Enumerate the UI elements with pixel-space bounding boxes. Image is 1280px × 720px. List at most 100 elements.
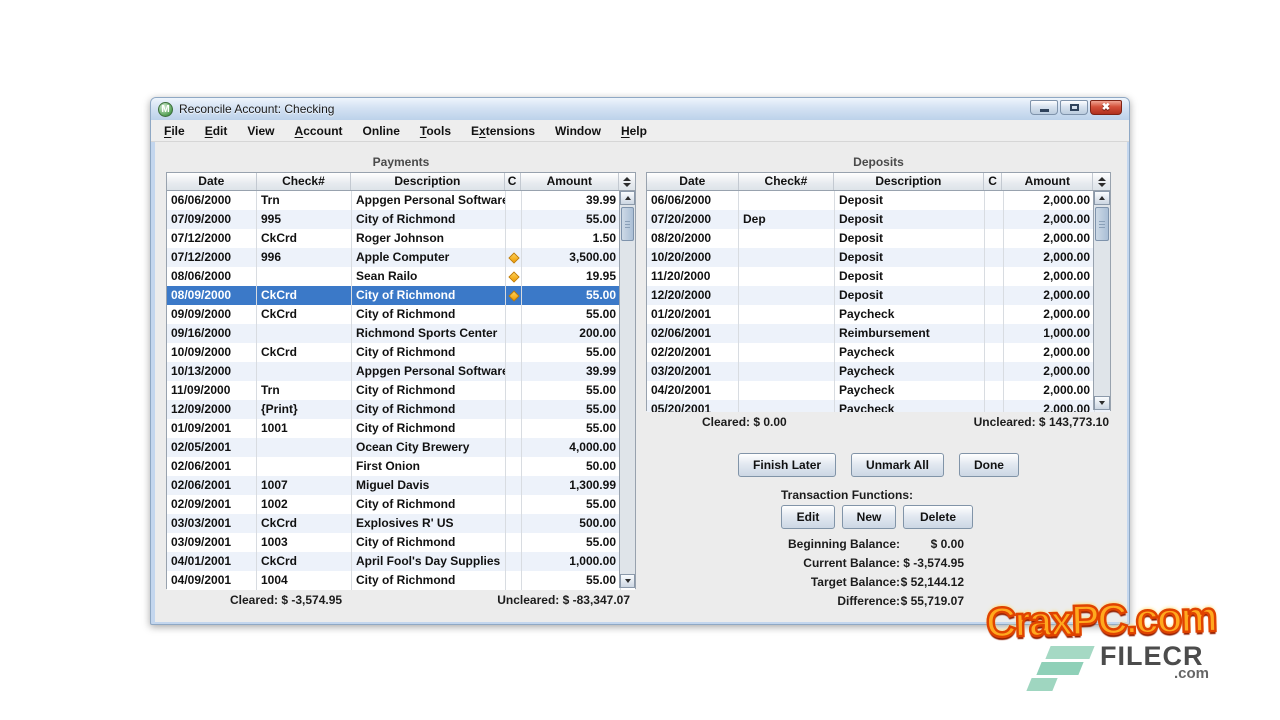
delete-button[interactable]: Delete	[903, 505, 973, 529]
menu-item[interactable]: Tools	[413, 122, 458, 140]
menu-item[interactable]: Account	[288, 122, 350, 140]
table-row[interactable]: 07/12/2000 996 Apple Computer 3,500.00	[167, 248, 635, 267]
column-header-date[interactable]: Date	[647, 173, 739, 190]
scrollbar-thumb[interactable]	[621, 207, 634, 241]
sort-arrows[interactable]	[1093, 173, 1110, 190]
cell-check	[257, 438, 352, 457]
unmark-all-button[interactable]: Unmark All	[851, 453, 944, 477]
cell-cleared	[506, 210, 522, 229]
table-row[interactable]: 01/20/2001 Paycheck 2,000.00	[647, 305, 1110, 324]
table-row[interactable]: 02/05/2001 Ocean City Brewery 4,000.00	[167, 438, 635, 457]
table-row[interactable]: 10/09/2000 CkCrd City of Richmond 55.00	[167, 343, 635, 362]
cell-amount: 39.99	[522, 191, 621, 210]
table-row[interactable]: 10/20/2000 Deposit 2,000.00	[647, 248, 1110, 267]
column-header-check[interactable]: Check#	[739, 173, 835, 190]
table-row[interactable]: 08/06/2000 Sean Railo 19.95	[167, 267, 635, 286]
finish-later-button[interactable]: Finish Later	[738, 453, 836, 477]
sort-arrows[interactable]	[619, 173, 635, 190]
payments-vertical-scrollbar[interactable]	[619, 191, 635, 588]
table-row[interactable]: 11/20/2000 Deposit 2,000.00	[647, 267, 1110, 286]
column-header-description[interactable]: Description	[351, 173, 504, 190]
scrollbar-thumb[interactable]	[1095, 207, 1109, 241]
table-row[interactable]: 04/20/2001 Paycheck 2,000.00	[647, 381, 1110, 400]
table-row[interactable]: 02/06/2001 1007 Miguel Davis 1,300.99	[167, 476, 635, 495]
menu-item[interactable]: Edit	[198, 122, 235, 140]
cell-cleared	[506, 248, 522, 267]
scroll-down-button[interactable]	[620, 574, 635, 588]
table-row[interactable]: 03/09/2001 1003 City of Richmond 55.00	[167, 533, 635, 552]
column-header-date[interactable]: Date	[167, 173, 257, 190]
scroll-up-button[interactable]	[620, 191, 635, 205]
cell-date: 10/20/2000	[647, 248, 739, 267]
menu-item[interactable]: View	[240, 122, 281, 140]
done-button[interactable]: Done	[959, 453, 1019, 477]
table-row[interactable]: 07/20/2000 Dep Deposit 2,000.00	[647, 210, 1110, 229]
table-row[interactable]: 07/12/2000 CkCrd Roger Johnson 1.50	[167, 229, 635, 248]
table-row[interactable]: 03/03/2001 CkCrd Explosives R' US 500.00	[167, 514, 635, 533]
table-row[interactable]: 06/06/2000 Trn Appgen Personal Software …	[167, 191, 635, 210]
balance-value: $ 0.00	[900, 535, 964, 554]
menu-bar: File Edit View Account Online Tools Exte…	[151, 120, 1129, 142]
table-row[interactable]: 03/20/2001 Paycheck 2,000.00	[647, 362, 1110, 381]
table-row[interactable]: 07/09/2000 995 City of Richmond 55.00	[167, 210, 635, 229]
table-row[interactable]: 10/13/2000 Appgen Personal Software 39.9…	[167, 362, 635, 381]
column-header-amount[interactable]: Amount	[1002, 173, 1093, 190]
new-button[interactable]: New	[842, 505, 896, 529]
menu-item[interactable]: File	[157, 122, 192, 140]
table-row[interactable]: 02/20/2001 Paycheck 2,000.00	[647, 343, 1110, 362]
menu-item-post: tensions	[486, 124, 535, 138]
scroll-down-button[interactable]	[1094, 396, 1110, 410]
cell-description: City of Richmond	[352, 419, 506, 438]
cell-cleared	[985, 343, 1004, 362]
cell-date: 10/13/2000	[167, 362, 257, 381]
cell-amount: 2,000.00	[1004, 229, 1095, 248]
table-row[interactable]: 11/09/2000 Trn City of Richmond 55.00	[167, 381, 635, 400]
column-header-cleared[interactable]: C	[984, 173, 1003, 190]
column-header-amount[interactable]: Amount	[521, 173, 620, 190]
cell-amount: 55.00	[522, 381, 621, 400]
table-row[interactable]: 12/20/2000 Deposit 2,000.00	[647, 286, 1110, 305]
table-row[interactable]: 02/06/2001 First Onion 50.00	[167, 457, 635, 476]
table-row[interactable]: 09/16/2000 Richmond Sports Center 200.00	[167, 324, 635, 343]
table-row[interactable]: 06/06/2000 Deposit 2,000.00	[647, 191, 1110, 210]
title-bar[interactable]: M Reconcile Account: Checking ✖	[151, 98, 1129, 120]
cell-check	[739, 229, 835, 248]
minimize-button[interactable]	[1030, 100, 1058, 115]
column-header-description[interactable]: Description	[834, 173, 983, 190]
scroll-down-icon	[1099, 401, 1105, 405]
menu-item[interactable]: Help	[614, 122, 654, 140]
table-row[interactable]: 02/09/2001 1002 City of Richmond 55.00	[167, 495, 635, 514]
table-row[interactable]: 08/09/2000 CkCrd City of Richmond 55.00	[167, 286, 635, 305]
menu-item[interactable]: Window	[548, 122, 608, 140]
cell-check	[739, 324, 835, 343]
cell-description: City of Richmond	[352, 400, 506, 419]
cell-amount: 1,000.00	[522, 552, 621, 571]
column-header-check[interactable]: Check#	[257, 173, 352, 190]
close-button[interactable]: ✖	[1090, 100, 1122, 115]
cell-cleared	[985, 381, 1004, 400]
table-row[interactable]: 08/20/2000 Deposit 2,000.00	[647, 229, 1110, 248]
cell-amount: 55.00	[522, 210, 621, 229]
menu-item[interactable]: Extensions	[464, 122, 542, 140]
scroll-up-button[interactable]	[1094, 191, 1110, 205]
scrollbar-track[interactable]	[620, 205, 635, 574]
table-row[interactable]: 05/20/2001 Paycheck 2,000.00	[647, 400, 1110, 412]
cell-cleared	[506, 571, 522, 590]
menu-item[interactable]: Online	[356, 122, 407, 140]
table-row[interactable]: 04/01/2001 CkCrd April Fool's Day Suppli…	[167, 552, 635, 571]
deposits-vertical-scrollbar[interactable]	[1093, 191, 1110, 410]
table-row[interactable]: 01/09/2001 1001 City of Richmond 55.00	[167, 419, 635, 438]
table-row[interactable]: 04/09/2001 1004 City of Richmond 55.00	[167, 571, 635, 590]
maximize-button[interactable]	[1060, 100, 1088, 115]
scrollbar-track[interactable]	[1094, 205, 1110, 396]
cell-check: 1003	[257, 533, 352, 552]
balance-value: $ 55,719.07	[900, 592, 964, 611]
column-header-cleared[interactable]: C	[505, 173, 521, 190]
table-row[interactable]: 09/09/2000 CkCrd City of Richmond 55.00	[167, 305, 635, 324]
cell-date: 04/20/2001	[647, 381, 739, 400]
table-row[interactable]: 02/06/2001 Reimbursement 1,000.00	[647, 324, 1110, 343]
cell-description: City of Richmond	[352, 210, 506, 229]
edit-button[interactable]: Edit	[781, 505, 835, 529]
cell-date: 07/09/2000	[167, 210, 257, 229]
table-row[interactable]: 12/09/2000 {Print} City of Richmond 55.0…	[167, 400, 635, 419]
